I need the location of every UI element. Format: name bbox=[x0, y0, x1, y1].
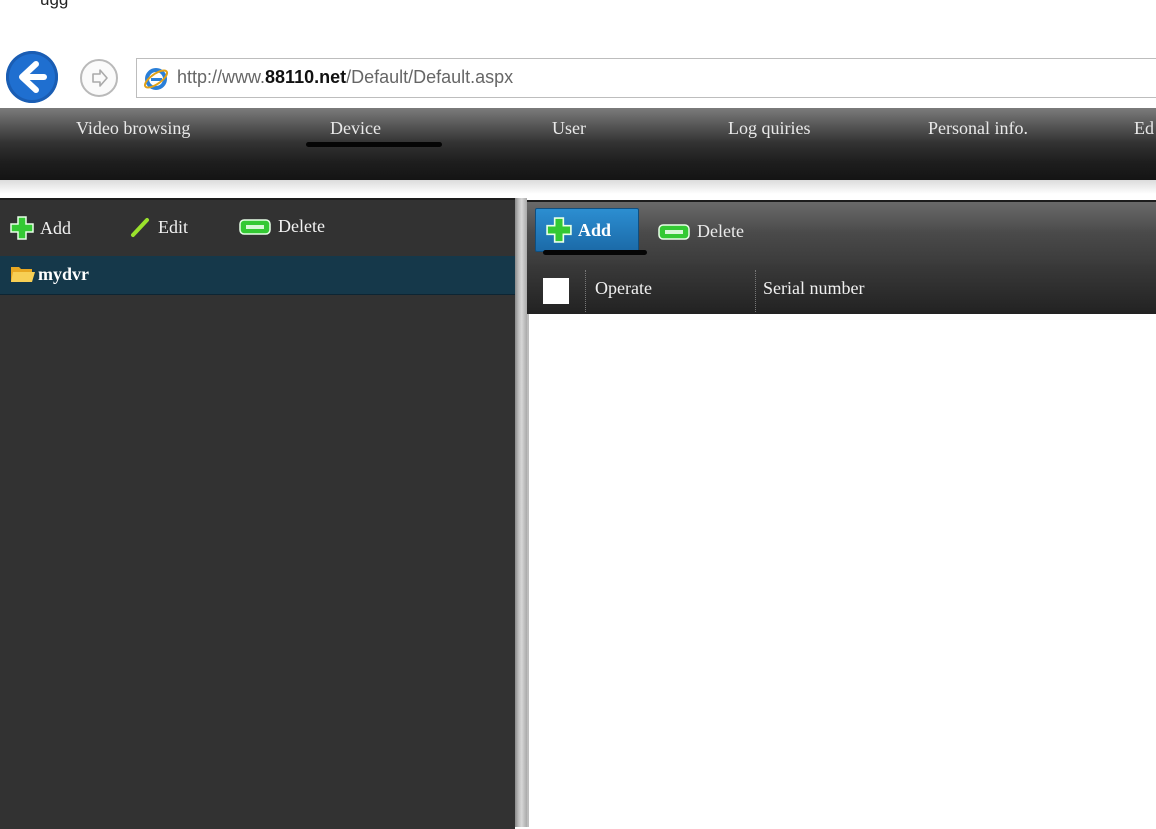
ie-browser-icon bbox=[143, 68, 169, 90]
tree-edit-label: Edit bbox=[158, 216, 188, 237]
tree-delete-button[interactable]: Delete bbox=[238, 216, 325, 237]
device-tree-panel: Add Edit Delete mydvr bbox=[0, 198, 515, 829]
url-domain: 88110.net bbox=[265, 67, 347, 87]
grid-header: Operate Serial number bbox=[527, 264, 1156, 316]
back-arrow-icon bbox=[19, 61, 47, 93]
tree-toolbar: Add Edit Delete bbox=[0, 200, 515, 256]
nav-video-browsing[interactable]: Video browsing bbox=[76, 118, 190, 139]
main-navbar: Video browsing Device User Log quiries P… bbox=[0, 108, 1156, 180]
nav-edit-partial[interactable]: Ed bbox=[1134, 118, 1154, 139]
nav-active-underline bbox=[306, 142, 442, 147]
nav-device[interactable]: Device bbox=[330, 118, 381, 139]
back-button[interactable] bbox=[6, 51, 58, 103]
forward-button[interactable] bbox=[80, 59, 118, 97]
url-prefix: http://www. bbox=[177, 67, 266, 87]
add-active-underline bbox=[543, 250, 647, 255]
tree-item-mydvr[interactable]: mydvr bbox=[0, 256, 515, 295]
column-separator bbox=[585, 270, 586, 312]
nav-personal-info[interactable]: Personal info. bbox=[928, 118, 1028, 139]
address-url: http://www.88110.net/Default/Default.asp… bbox=[177, 67, 513, 88]
url-path: /Default/Default.aspx bbox=[346, 67, 514, 87]
add-plus-icon bbox=[10, 216, 34, 240]
add-plus-icon bbox=[546, 217, 572, 243]
list-delete-label: Delete bbox=[697, 221, 744, 241]
delete-minus-icon bbox=[239, 218, 271, 235]
list-add-button[interactable]: Add bbox=[535, 208, 639, 252]
column-header-operate[interactable]: Operate bbox=[595, 278, 652, 299]
device-list-panel: Add Delete Operate Serial number bbox=[527, 198, 1156, 827]
edit-pencil-icon bbox=[131, 218, 149, 237]
select-all-checkbox[interactable] bbox=[543, 278, 569, 304]
tree-delete-label: Delete bbox=[278, 216, 325, 236]
tree-add-button[interactable]: Add bbox=[10, 216, 71, 240]
column-header-serial-number[interactable]: Serial number bbox=[763, 278, 864, 299]
page-top-strip: ugg bbox=[0, 0, 1156, 30]
forward-arrow-icon bbox=[92, 69, 108, 87]
nav-shadow bbox=[0, 180, 1156, 194]
folder-icon bbox=[11, 267, 35, 282]
list-add-label: Add bbox=[578, 219, 612, 240]
address-bar[interactable]: http://www.88110.net/Default/Default.asp… bbox=[136, 58, 1156, 98]
column-separator bbox=[755, 270, 756, 312]
tree-item-label: mydvr bbox=[38, 264, 89, 284]
browser-address-row: http://www.88110.net/Default/Default.asp… bbox=[0, 48, 1156, 108]
partial-caption-text: ugg bbox=[40, 0, 68, 10]
list-delete-button[interactable]: Delete bbox=[657, 221, 744, 242]
tree-add-label: Add bbox=[40, 217, 71, 238]
nav-log-quiries[interactable]: Log quiries bbox=[728, 118, 811, 139]
nav-user[interactable]: User bbox=[552, 118, 586, 139]
grid-body bbox=[527, 314, 1156, 827]
panel-splitter[interactable] bbox=[515, 198, 527, 827]
delete-minus-icon bbox=[658, 223, 690, 240]
tree-edit-button[interactable]: Edit bbox=[130, 216, 188, 238]
